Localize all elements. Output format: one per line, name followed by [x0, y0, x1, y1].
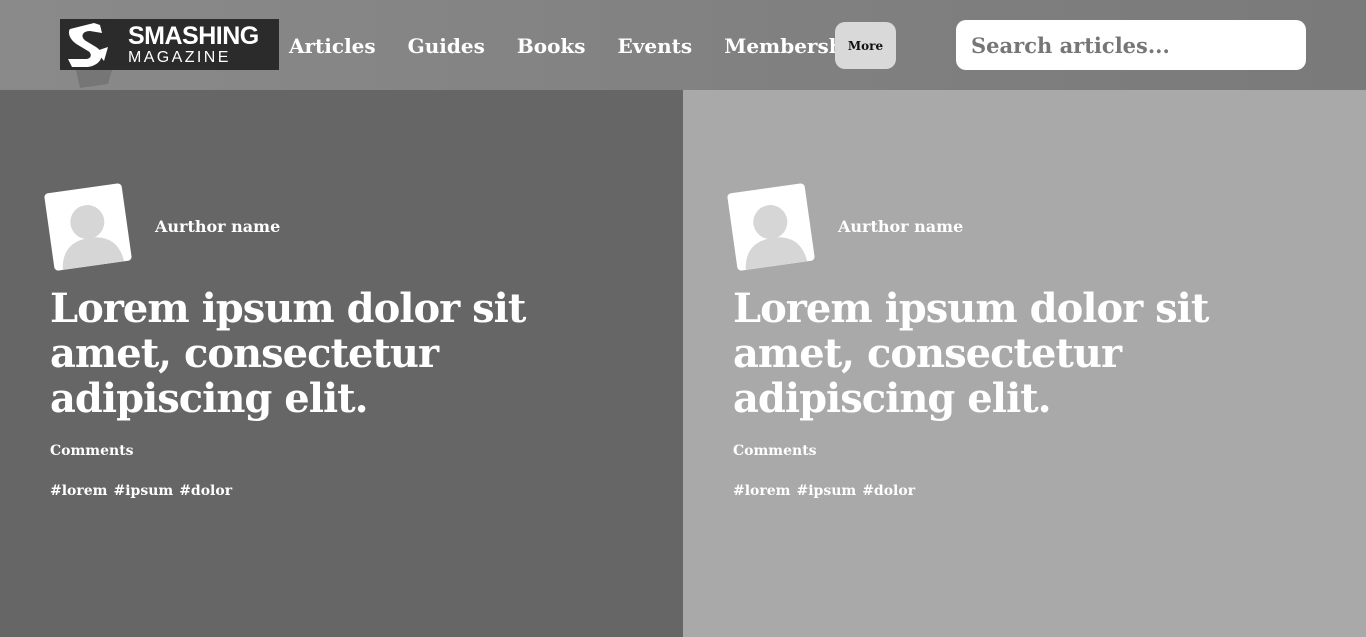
tag-list: #lorem #ipsum #dolor: [733, 483, 915, 499]
user-avatar-icon: [726, 182, 816, 272]
tag-ipsum[interactable]: #ipsum: [113, 483, 173, 499]
nav-item-books[interactable]: Books: [517, 30, 586, 62]
more-button[interactable]: More: [835, 22, 896, 69]
tag-lorem[interactable]: #lorem: [50, 483, 107, 499]
tag-list: #lorem #ipsum #dolor: [50, 483, 232, 499]
logo-line-1: SMASHING: [128, 22, 259, 50]
nav-item-guides[interactable]: Guides: [408, 30, 485, 62]
nav-item-events[interactable]: Events: [618, 30, 693, 62]
site-logo[interactable]: SMASHING MAGAZINE: [60, 19, 279, 70]
author-name[interactable]: Aurthor name: [155, 217, 280, 236]
logo-reflection: [76, 70, 112, 88]
main-nav: Articles Guides Books Events Membership: [289, 30, 865, 62]
comments-link[interactable]: Comments: [50, 443, 134, 459]
article-title[interactable]: Lorem ipsum dolor sit amet, consectetur …: [50, 286, 570, 421]
tag-lorem[interactable]: #lorem: [733, 483, 790, 499]
user-avatar-icon: [43, 182, 133, 272]
tag-dolor[interactable]: #dolor: [862, 483, 915, 499]
tag-ipsum[interactable]: #ipsum: [796, 483, 856, 499]
search-input[interactable]: [956, 20, 1306, 70]
article-card[interactable]: Aurthor name Lorem ipsum dolor sit amet,…: [0, 90, 683, 637]
smashing-s-logo-icon: [60, 19, 116, 70]
comments-link[interactable]: Comments: [733, 443, 817, 459]
author-name[interactable]: Aurthor name: [838, 217, 963, 236]
nav-item-articles[interactable]: Articles: [289, 30, 376, 62]
logo-line-2: MAGAZINE: [128, 49, 231, 66]
tag-dolor[interactable]: #dolor: [179, 483, 232, 499]
site-header: SMASHING MAGAZINE Articles Guides Books …: [0, 0, 1366, 90]
article-card[interactable]: Aurthor name Lorem ipsum dolor sit amet,…: [683, 90, 1366, 637]
article-title[interactable]: Lorem ipsum dolor sit amet, consectetur …: [733, 286, 1253, 421]
logo-wordmark: SMASHING MAGAZINE: [128, 23, 259, 66]
